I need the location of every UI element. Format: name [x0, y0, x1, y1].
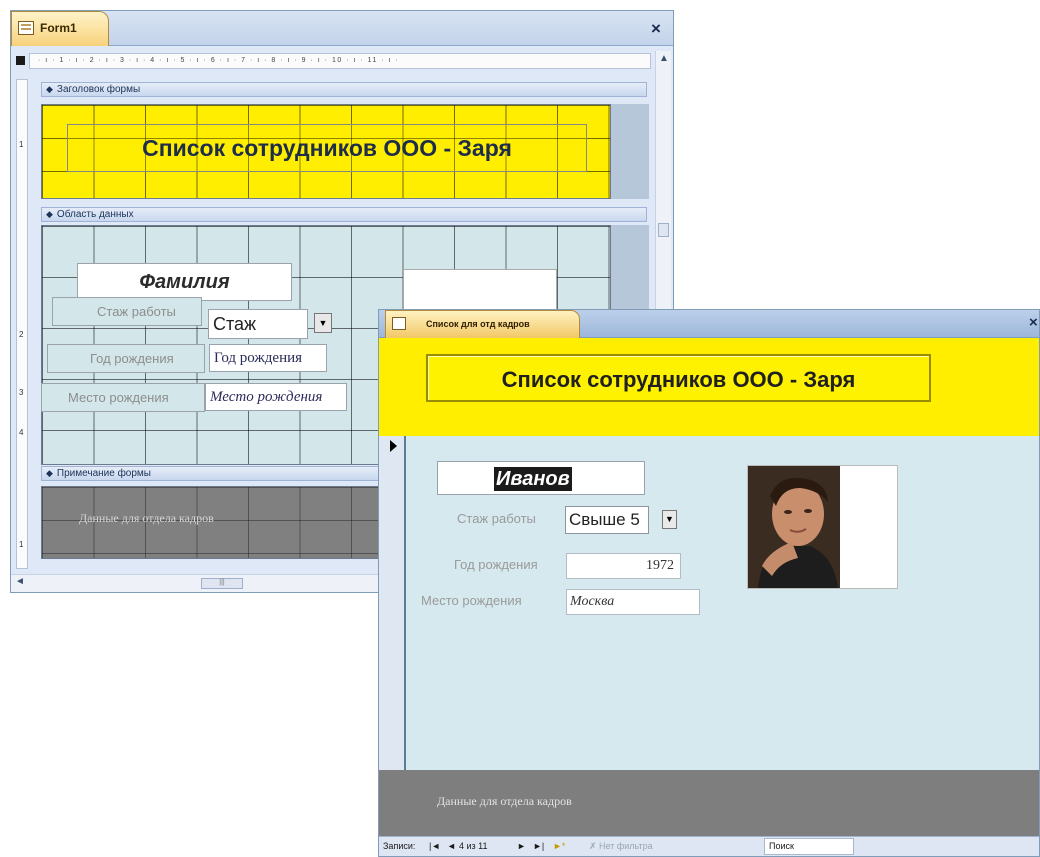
- close-icon[interactable]: ×: [651, 19, 661, 39]
- form-icon: [18, 21, 34, 35]
- scroll-thumb[interactable]: |||: [201, 578, 243, 589]
- search-input[interactable]: Поиск: [764, 838, 854, 855]
- birth-year-label: Год рождения: [454, 557, 538, 572]
- section-marker-icon: ◆: [46, 84, 53, 94]
- dropdown-arrow-icon[interactable]: ▼: [314, 313, 332, 333]
- close-icon[interactable]: ×: [1029, 314, 1038, 331]
- birth-place-field[interactable]: Место рождения: [205, 383, 347, 411]
- birth-place-label[interactable]: Место рождения: [41, 383, 205, 412]
- section-label: Заголовок формы: [56, 84, 141, 95]
- footer-label[interactable]: Данные для отдела кадров: [79, 511, 214, 526]
- last-record-button[interactable]: ►|: [533, 841, 544, 851]
- section-header-bar[interactable]: ◆ Заголовок формы: [41, 82, 647, 97]
- record-selector-icon: [390, 440, 397, 452]
- experience-label: Стаж работы: [457, 511, 536, 526]
- record-position[interactable]: 4 из 11: [459, 841, 488, 851]
- vertical-ruler: 12341: [16, 79, 28, 569]
- birth-year-label[interactable]: Год рождения: [47, 344, 205, 373]
- footer-label: Данные для отдела кадров: [437, 794, 572, 808]
- design-tab-bar: Form1 ×: [11, 11, 673, 46]
- horizontal-ruler: · ı · 1 · ı · 2 · ı · 3 · ı · 4 · ı · 5 …: [29, 53, 651, 69]
- form-header: Список сотрудников ООО - Заря: [379, 338, 1039, 436]
- photo-frame[interactable]: [747, 465, 898, 589]
- birth-place-label: Место рождения: [421, 593, 522, 608]
- form-icon: [392, 317, 406, 330]
- header-title-text: Список сотрудников ООО - Заря: [142, 135, 512, 161]
- prev-record-button[interactable]: ◄: [447, 841, 456, 851]
- tab-form1[interactable]: Form1: [11, 11, 109, 46]
- new-record-button[interactable]: ►*: [553, 841, 565, 851]
- dropdown-arrow-icon[interactable]: ▼: [662, 510, 677, 529]
- next-record-button[interactable]: ►: [517, 841, 526, 851]
- no-filter-button[interactable]: ✗ Нет фильтра: [589, 841, 653, 852]
- scroll-thumb[interactable]: [658, 223, 669, 237]
- header-right-filler: [611, 104, 649, 199]
- section-label: Примечание формы: [56, 468, 151, 479]
- last-record-icon: ►: [533, 841, 542, 851]
- records-label: Записи:: [383, 841, 416, 851]
- birth-year-field[interactable]: Год рождения: [209, 344, 327, 372]
- experience-combo[interactable]: Свыше 5: [565, 506, 649, 534]
- birth-year-field[interactable]: 1972: [566, 553, 681, 579]
- first-record-icon: ◄: [431, 841, 441, 851]
- tab-label: Form1: [40, 21, 77, 35]
- experience-combo[interactable]: Стаж: [208, 309, 308, 339]
- tab-staff-list[interactable]: Список для отд кадров: [385, 310, 580, 338]
- filter-icon: ✗: [589, 841, 600, 851]
- surname-field[interactable]: Фамилия: [77, 263, 292, 301]
- form-tab-bar: Список для отд кадров ×: [379, 310, 1039, 338]
- scroll-left-icon[interactable]: ◄: [15, 576, 25, 587]
- section-detail-bar[interactable]: ◆ Область данных: [41, 207, 647, 222]
- photo: [748, 466, 840, 588]
- surname-field[interactable]: Иванов: [437, 461, 645, 495]
- surname-value: Иванов: [494, 467, 572, 491]
- scroll-up-icon[interactable]: ▲: [659, 53, 669, 64]
- form-selector-button[interactable]: [16, 56, 25, 65]
- tab-label: Список для отд кадров: [426, 319, 530, 329]
- section-marker-icon: ◆: [46, 209, 53, 219]
- section-marker-icon: ◆: [46, 468, 53, 478]
- record-selector[interactable]: [379, 436, 406, 770]
- first-record-button[interactable]: |◄: [429, 841, 440, 851]
- record-navigation-bar: Записи: |◄ ◄ 4 из 11 ► ►| ►* ✗ Нет фильт…: [379, 836, 1039, 856]
- form-view-window: Список для отд кадров × Список сотрудник…: [378, 309, 1040, 857]
- experience-label[interactable]: Стаж работы: [52, 297, 202, 326]
- birth-place-field[interactable]: Москва: [566, 589, 700, 615]
- filter-label: Нет фильтра: [599, 841, 653, 851]
- header-title-label: Список сотрудников ООО - Заря: [426, 354, 931, 402]
- header-title-text: Список сотрудников ООО - Заря: [501, 367, 856, 392]
- section-label: Область данных: [56, 209, 134, 220]
- header-title-label[interactable]: Список сотрудников ООО - Заря: [67, 124, 587, 172]
- form-footer: Данные для отдела кадров: [379, 770, 1039, 838]
